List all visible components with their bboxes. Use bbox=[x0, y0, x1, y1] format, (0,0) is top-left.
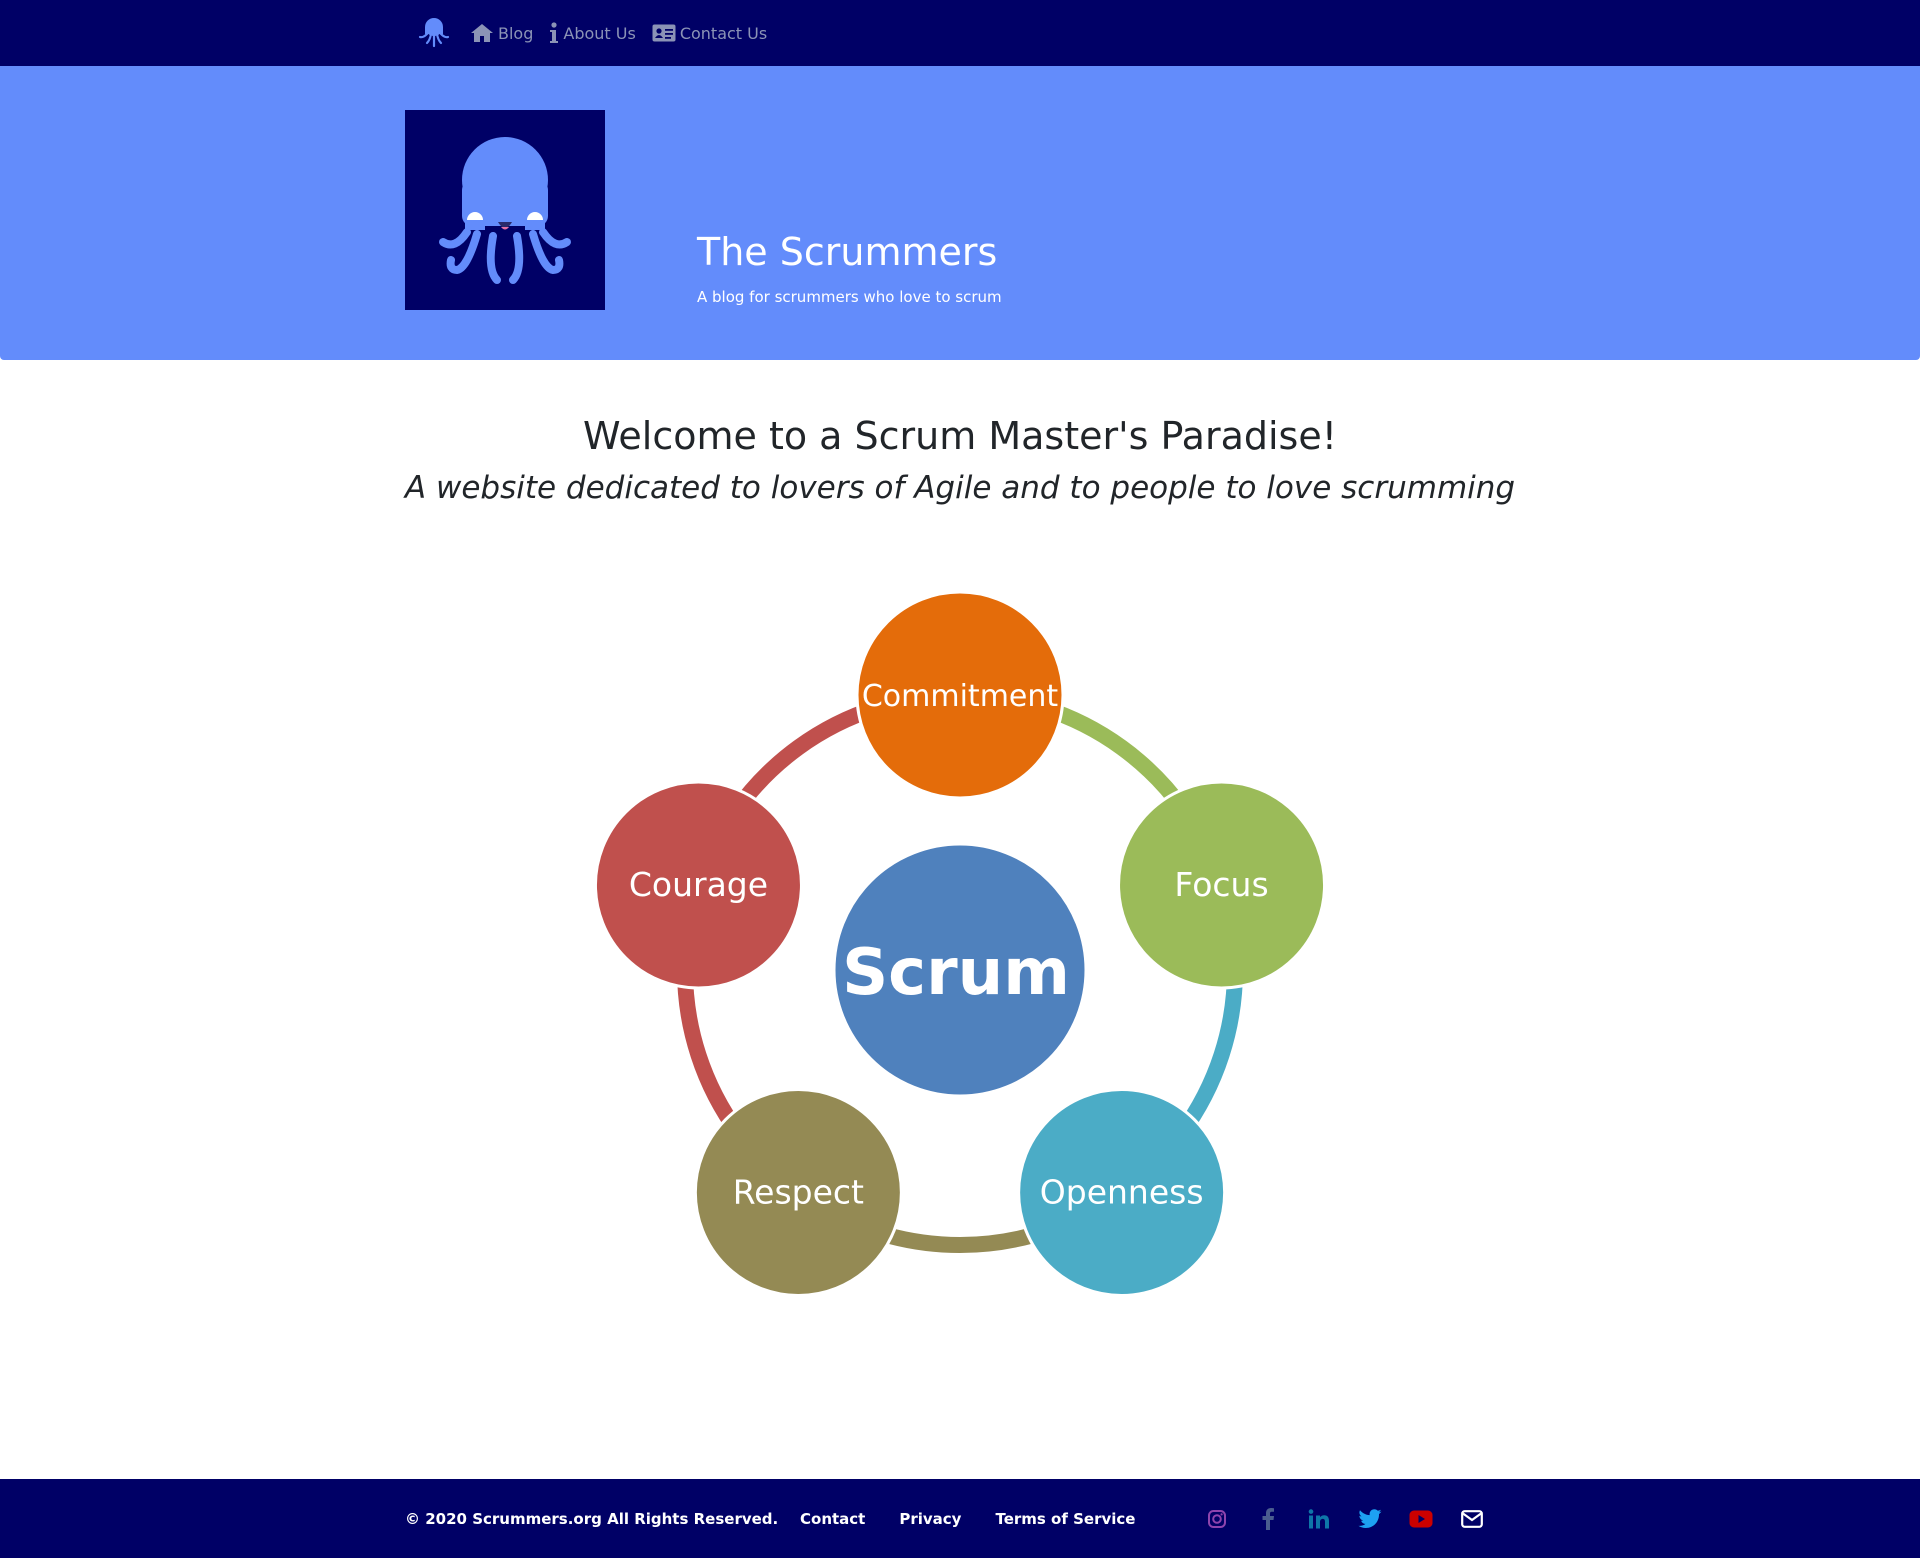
copyright-text: © 2020 Scrummers.org All Rights Reserved… bbox=[405, 1509, 779, 1528]
octopus-icon bbox=[418, 18, 450, 48]
facebook-link[interactable] bbox=[1255, 1506, 1281, 1532]
value-node-label: Focus bbox=[1174, 865, 1268, 904]
site-footer: © 2020 Scrummers.org All Rights Reserved… bbox=[0, 1479, 1920, 1558]
value-node-label: Respect bbox=[733, 1172, 864, 1211]
value-node-focus: Focus bbox=[1117, 780, 1327, 990]
contact-card-icon bbox=[652, 24, 676, 42]
linkedin-link[interactable] bbox=[1306, 1506, 1332, 1532]
value-node-openness: Openness bbox=[1017, 1087, 1227, 1297]
social-links bbox=[1204, 1479, 1510, 1558]
scrum-values-svg: Scrum Commitment Focus Openness Respect Coura… bbox=[593, 590, 1327, 1297]
value-node-label: Openness bbox=[1040, 1172, 1204, 1211]
value-node-commitment: Commitment bbox=[855, 590, 1065, 800]
scrum-center-label: Scrum bbox=[842, 936, 1070, 1010]
nav-link-about[interactable]: About Us bbox=[549, 22, 636, 44]
instagram-icon bbox=[1208, 1509, 1226, 1528]
footer-link-terms[interactable]: Terms of Service bbox=[995, 1510, 1135, 1528]
site-title: The Scrummers bbox=[697, 230, 998, 274]
instagram-link[interactable] bbox=[1204, 1506, 1230, 1532]
email-link[interactable] bbox=[1459, 1506, 1485, 1532]
youtube-icon bbox=[1409, 1510, 1433, 1527]
welcome-section: Welcome to a Scrum Master's Paradise! A … bbox=[0, 414, 1920, 506]
twitter-icon bbox=[1358, 1508, 1382, 1528]
nav-inner: Blog About Us Contact Us bbox=[418, 0, 783, 66]
footer-links: Contact Privacy Terms of Service bbox=[800, 1479, 1169, 1558]
welcome-subheading: A website dedicated to lovers of Agile a… bbox=[404, 470, 1516, 506]
twitter-link[interactable] bbox=[1357, 1506, 1383, 1532]
hero-logo bbox=[405, 110, 605, 310]
linkedin-icon bbox=[1308, 1508, 1329, 1528]
footer-link-privacy[interactable]: Privacy bbox=[899, 1510, 961, 1528]
site-tagline: A blog for scrummers who love to scrum bbox=[697, 288, 1002, 306]
hero-banner: The Scrummers A blog for scrummers who l… bbox=[0, 66, 1920, 360]
envelope-icon bbox=[1461, 1509, 1483, 1528]
top-navbar: Blog About Us Contact Us bbox=[0, 0, 1920, 66]
brand-link[interactable] bbox=[418, 15, 454, 51]
home-icon bbox=[471, 24, 493, 42]
facebook-icon bbox=[1262, 1507, 1274, 1530]
footer-link-contact[interactable]: Contact bbox=[800, 1510, 865, 1528]
nav-link-blog[interactable]: Blog bbox=[470, 23, 533, 43]
nav-link-label: Contact Us bbox=[679, 23, 768, 43]
octopus-logo bbox=[439, 137, 571, 284]
value-node-label: Commitment bbox=[862, 679, 1059, 714]
nav-link-contact[interactable]: Contact Us bbox=[652, 24, 767, 43]
nav-link-label: About Us bbox=[563, 23, 636, 43]
info-icon bbox=[550, 22, 559, 43]
scrum-center-node: Scrum bbox=[832, 842, 1088, 1098]
youtube-link[interactable] bbox=[1408, 1506, 1434, 1532]
scrum-values-diagram: Scrum Commitment Focus Openness Respect Coura… bbox=[560, 570, 1360, 1320]
nav-link-label: Blog bbox=[498, 23, 534, 43]
value-node-respect: Respect bbox=[693, 1087, 903, 1297]
value-node-label: Courage bbox=[629, 865, 768, 904]
value-node-courage: Courage bbox=[593, 780, 803, 990]
welcome-heading: Welcome to a Scrum Master's Paradise! bbox=[583, 414, 1337, 458]
